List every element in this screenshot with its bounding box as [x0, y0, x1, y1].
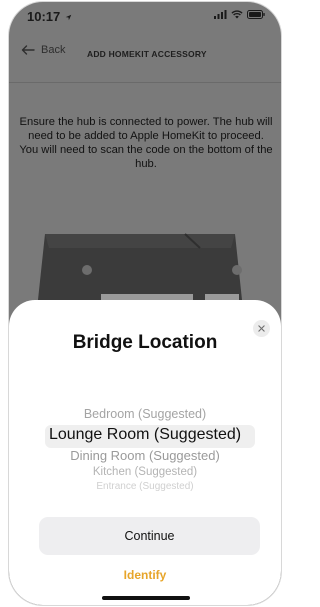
sheet-title: Bridge Location — [72, 332, 218, 353]
phone-screen: 10:17 Back ADD HOMEKIT ACCESSORY Ensure … — [9, 2, 281, 605]
location-arrow-icon — [65, 14, 72, 21]
wifi-icon — [231, 10, 243, 19]
picker-option[interactable]: Kitchen (Suggested) — [9, 466, 281, 478]
battery-icon — [247, 10, 265, 19]
identify-button[interactable]: Identify — [9, 568, 281, 582]
status-time: 10:17 — [27, 9, 72, 24]
continue-button[interactable]: Continue — [39, 517, 260, 555]
continue-label: Continue — [124, 529, 175, 543]
instructions-text: Ensure the hub is connected to power. Th… — [19, 116, 273, 170]
back-label: Back — [41, 44, 66, 56]
picker-option[interactable]: Bedroom (Suggested) — [9, 407, 281, 421]
picker-option-selected[interactable]: Lounge Room (Suggested) — [9, 426, 281, 444]
location-picker[interactable]: Bedroom (Suggested) Lounge Room (Suggest… — [9, 402, 281, 494]
close-icon — [258, 325, 265, 332]
status-icons — [214, 10, 265, 19]
page-title: ADD HOMEKIT ACCESSORY — [87, 49, 207, 59]
picker-option[interactable]: Entrance (Suggested) — [9, 481, 281, 492]
cellular-signal-icon — [214, 10, 227, 19]
back-button[interactable]: Back — [21, 44, 65, 56]
nav-bar: Back ADD HOMEKIT ACCESSORY — [9, 38, 281, 70]
nav-divider — [9, 82, 281, 83]
home-indicator — [102, 596, 190, 600]
arrow-left-icon — [21, 45, 35, 55]
picker-option[interactable]: Dining Room (Suggested) — [9, 448, 281, 463]
time-text: 10:17 — [27, 9, 61, 24]
status-bar: 10:17 — [9, 2, 281, 30]
